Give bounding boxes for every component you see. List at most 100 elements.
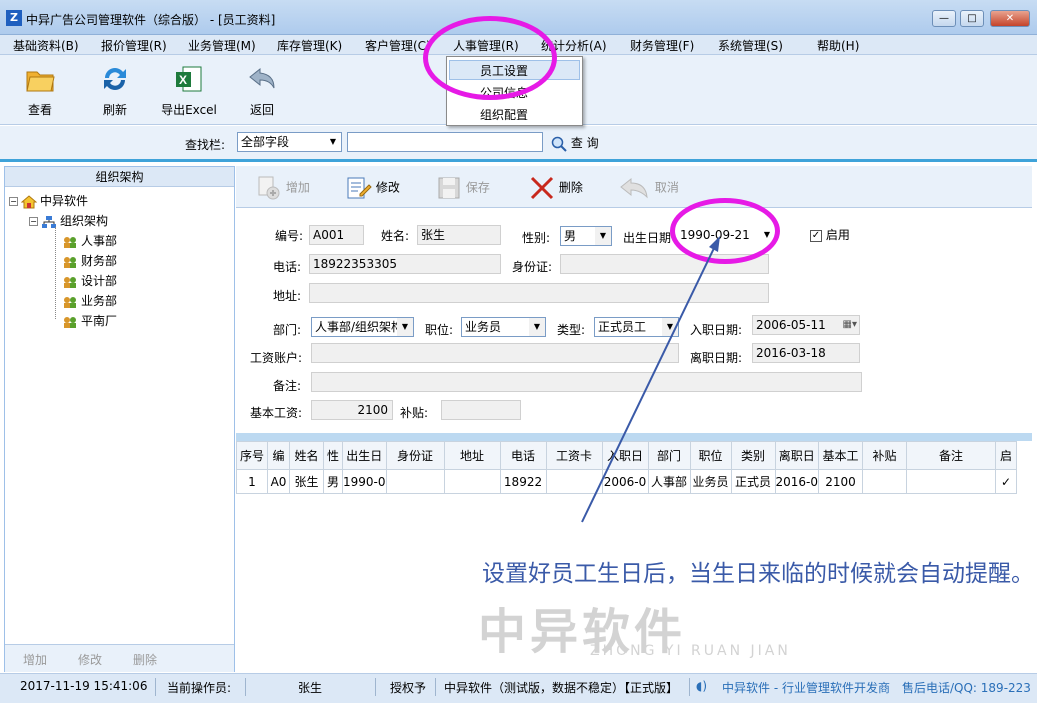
column-header[interactable]: 序号 [236, 441, 268, 470]
tree-node-dept[interactable]: 财务部 [63, 252, 117, 269]
tree-add-button[interactable]: 增加 [23, 651, 47, 668]
tree-node-org[interactable]: − 组织架构 [29, 212, 108, 229]
home-icon [20, 194, 38, 208]
column-header[interactable]: 启 [995, 441, 1018, 470]
collapse-icon[interactable]: − [29, 217, 38, 226]
collapse-icon[interactable]: − [9, 197, 18, 206]
allowance-field[interactable] [441, 400, 521, 420]
table-cell[interactable]: 正式员 [730, 469, 776, 494]
tree-delete-button[interactable]: 删除 [133, 651, 157, 668]
table-cell[interactable]: 2100 [818, 469, 864, 494]
tree-node-root[interactable]: − 中异软件 [9, 192, 88, 209]
gender-label: 性别: [522, 231, 551, 245]
tree-org-label: 组织架构 [60, 214, 109, 228]
column-header[interactable]: 地址 [443, 441, 501, 470]
position-select[interactable]: 业务员 ▼ [461, 317, 546, 337]
menu-org-config[interactable]: 组织配置 [480, 106, 528, 123]
delete-x-icon [530, 176, 554, 200]
back-button[interactable]: 返回 [232, 63, 292, 118]
table-cell[interactable] [443, 469, 501, 494]
table-cell[interactable]: A0 [267, 469, 290, 494]
edit-button[interactable]: 修改 [346, 176, 400, 200]
table-cell[interactable] [906, 469, 997, 494]
dept-label: 设计部 [81, 274, 118, 288]
table-cell[interactable]: 1 [236, 469, 268, 494]
edit-doc-icon [347, 177, 372, 199]
menu-inventory[interactable]: 库存管理(K) [277, 37, 342, 54]
tree-edit-button[interactable]: 修改 [78, 651, 102, 668]
status-operator: 张生 [298, 681, 323, 695]
column-header[interactable]: 姓名 [289, 441, 324, 470]
column-header[interactable]: 出生日 [342, 441, 387, 470]
idcard-label: 身份证: [512, 260, 553, 274]
tree-node-dept[interactable]: 业务部 [63, 292, 117, 309]
menu-quote[interactable]: 报价管理(R) [101, 37, 167, 54]
add-button[interactable]: 增加 [256, 176, 310, 200]
column-header[interactable]: 电话 [499, 441, 547, 470]
status-bar: 2017-11-19 15:41:06 当前操作员: 张生 授权予 中异软件（测… [0, 673, 1037, 703]
table-cell[interactable]: 2016-0 [774, 469, 820, 494]
tree-node-dept[interactable]: 设计部 [63, 272, 117, 289]
menu-help[interactable]: 帮助(H) [817, 37, 859, 54]
table-cell[interactable]: 1990-0 [342, 469, 387, 494]
menu-finance[interactable]: 财务管理(F) [630, 37, 694, 54]
view-button[interactable]: 查看 [10, 63, 70, 118]
column-header[interactable]: 基本工 [818, 441, 864, 470]
delete-button[interactable]: 删除 [529, 176, 583, 200]
close-button[interactable]: ✕ [990, 10, 1030, 27]
cancel-button[interactable]: 取消 [619, 176, 679, 200]
table-cell[interactable]: ✓ [995, 469, 1018, 494]
remark-label: 备注: [273, 379, 302, 393]
export-excel-button[interactable]: X 导出Excel [158, 63, 220, 118]
address-label: 地址: [273, 289, 302, 303]
dept-label: 业务部 [81, 294, 118, 308]
status-vendor[interactable]: 中异软件 - 行业管理软件开发商 [722, 679, 890, 696]
phone-field[interactable]: 18922353305 [309, 254, 501, 274]
menu-basic[interactable]: 基础资料(B) [13, 37, 79, 54]
column-header[interactable]: 离职日 [774, 441, 820, 470]
dept-label: 人事部 [81, 234, 118, 248]
enable-checkbox[interactable]: ✓ 启用 [810, 226, 850, 243]
id-field[interactable]: A001 [309, 225, 364, 245]
hire-date-picker[interactable]: 2006-05-11 ▦▾ [752, 315, 860, 335]
column-header[interactable]: 补贴 [862, 441, 908, 470]
column-header[interactable]: 备注 [906, 441, 997, 470]
chevron-down-icon: ▼ [397, 318, 413, 336]
menu-system[interactable]: 系统管理(S) [718, 37, 783, 54]
search-button[interactable]: 查 询 [551, 134, 599, 152]
speaker-icon: ◖) [696, 679, 708, 693]
calendar-icon: ▦▾ [842, 319, 857, 330]
menu-customer[interactable]: 客户管理(C) [365, 37, 431, 54]
table-cell[interactable] [385, 469, 445, 494]
dept-label: 平南厂 [81, 314, 118, 328]
undo-arrow-icon [620, 177, 648, 199]
annotation-note: 设置好员工生日后，当生日来临的时候就会自动提醒。 [482, 561, 1034, 587]
dept-select[interactable]: 人事部/组织架构 ▼ [311, 317, 414, 337]
menu-business[interactable]: 业务管理(M) [188, 37, 256, 54]
column-header[interactable]: 类别 [730, 441, 776, 470]
salary-field[interactable]: 2100 [311, 400, 393, 420]
table-cell[interactable]: 张生 [289, 469, 324, 494]
tree-node-dept[interactable]: 人事部 [63, 232, 117, 249]
leave-date-field[interactable]: 2016-03-18 [752, 343, 860, 363]
save-button[interactable]: 保存 [436, 176, 490, 200]
refresh-button[interactable]: 刷新 [85, 63, 145, 118]
column-header[interactable]: 身份证 [385, 441, 445, 470]
people-icon [64, 236, 76, 248]
status-separator [245, 678, 246, 696]
maximize-button[interactable]: □ [960, 10, 984, 27]
table-cell[interactable]: 男 [323, 469, 343, 494]
highlight-circle-menu [423, 16, 557, 100]
table-cell[interactable] [862, 469, 908, 494]
people-icon [64, 316, 76, 328]
table-cell[interactable]: 18922 [499, 469, 547, 494]
delete-label: 删除 [558, 180, 583, 195]
search-field-select[interactable]: 全部字段 ▼ [237, 132, 342, 152]
column-header[interactable]: 性 [323, 441, 343, 470]
column-header[interactable]: 编 [267, 441, 290, 470]
search-input[interactable] [347, 132, 543, 152]
dept-label: 部门: [273, 323, 302, 337]
tree-node-dept[interactable]: 平南厂 [63, 312, 117, 329]
name-field[interactable]: 张生 [417, 225, 501, 245]
minimize-button[interactable]: — [932, 10, 956, 27]
